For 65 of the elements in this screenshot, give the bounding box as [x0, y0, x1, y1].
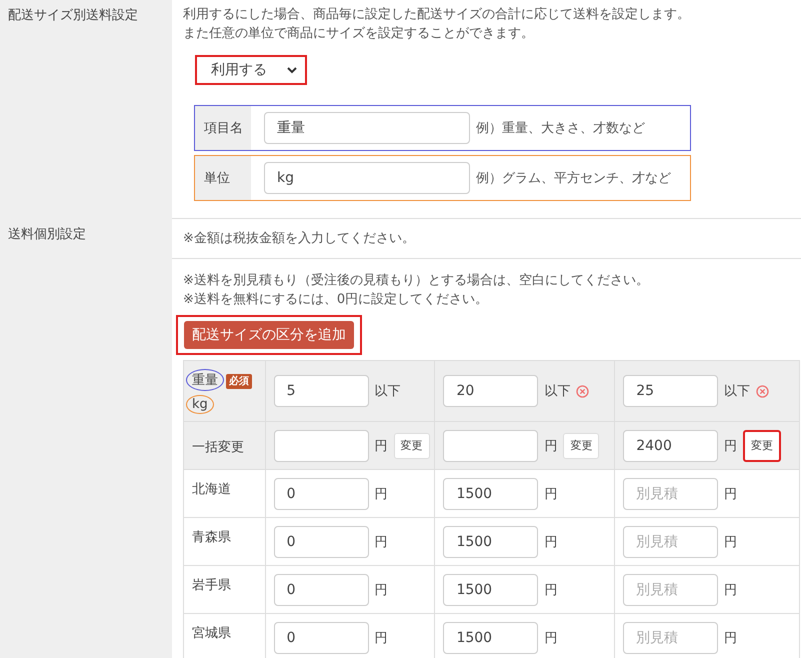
- chevron-down-icon: [287, 66, 297, 74]
- description-text: また任意の単位で商品にサイズを設定することができます。: [183, 25, 535, 43]
- change-button[interactable]: 変更: [743, 430, 782, 462]
- threshold-field[interactable]: 5: [274, 375, 369, 407]
- prefecture-name: 青森県: [192, 529, 232, 546]
- currency-text: 円: [544, 582, 558, 598]
- prefecture-name: 北海道: [192, 481, 232, 498]
- section-label: 送料個別設定: [8, 227, 86, 242]
- description-text: 利用するにした場合、商品毎に設定した配送サイズの合計に応じて送料を設定します。: [183, 6, 691, 24]
- unit-text: 以下: [724, 383, 750, 400]
- note-text: ※送料を無料にするには、0円に設定してください。: [183, 291, 490, 309]
- price-field[interactable]: 別見積: [623, 478, 718, 510]
- price-field[interactable]: 1500: [443, 478, 538, 510]
- unit-text: 以下: [544, 383, 570, 400]
- price-field[interactable]: [274, 430, 369, 462]
- field-label: 単位: [195, 156, 251, 200]
- prefecture-name: 宮城県: [192, 625, 232, 642]
- price-field[interactable]: 別見積: [623, 622, 718, 654]
- price-field[interactable]: 0: [274, 478, 369, 510]
- price-field[interactable]: 1500: [443, 526, 538, 558]
- currency-text: 円: [724, 486, 738, 502]
- remove-icon[interactable]: [756, 384, 770, 398]
- unit-text: 以下: [374, 383, 401, 400]
- currency-text: 円: [374, 534, 388, 550]
- prefecture-name: 岩手県: [192, 577, 232, 594]
- currency-text: 円: [374, 630, 388, 646]
- field-label: 項目名: [195, 106, 251, 150]
- price-field[interactable]: 2400: [623, 430, 718, 462]
- price-field[interactable]: 別見積: [623, 574, 718, 606]
- input-field[interactable]: kg: [264, 162, 470, 194]
- usage-select[interactable]: 利用する: [195, 55, 307, 85]
- currency-text: 円: [724, 534, 738, 550]
- price-field[interactable]: 0: [274, 574, 369, 606]
- currency-text: 円: [544, 486, 558, 502]
- required-badge: 必須: [226, 374, 252, 388]
- row-label: 一括変更: [192, 438, 245, 456]
- note-text: ※金額は税抜金額を入力してください。: [183, 230, 416, 248]
- currency-text: 円: [374, 582, 388, 598]
- input-field[interactable]: 重量: [264, 112, 470, 144]
- price-field[interactable]: [443, 430, 538, 462]
- item-name-label: 重量: [186, 368, 224, 390]
- currency-text: 円: [724, 438, 738, 454]
- threshold-field[interactable]: 20: [443, 375, 538, 407]
- hint-text: 例）グラム、平方センチ、才など: [476, 170, 671, 187]
- add-size-button[interactable]: 配送サイズの区分を追加: [184, 321, 354, 349]
- hint-text: 例）重量、大きさ、才数など: [476, 120, 645, 137]
- price-field[interactable]: 0: [274, 526, 369, 558]
- currency-text: 円: [724, 630, 738, 646]
- change-button[interactable]: 変更: [394, 432, 430, 458]
- currency-text: 円: [544, 630, 558, 646]
- note-text: ※送料を別見積もり（受注後の見積もり）とする場合は、空白にしてください。: [183, 272, 650, 290]
- currency-text: 円: [724, 582, 738, 598]
- unit-label: kg: [186, 394, 214, 414]
- price-field[interactable]: 別見積: [623, 526, 718, 558]
- section-label: 配送サイズ別送料設定: [8, 8, 138, 23]
- price-field[interactable]: 1500: [443, 622, 538, 654]
- price-field[interactable]: 0: [274, 622, 369, 654]
- currency-text: 円: [374, 438, 388, 454]
- price-field[interactable]: 1500: [443, 574, 538, 606]
- change-button[interactable]: 変更: [563, 432, 600, 458]
- remove-icon[interactable]: [576, 384, 590, 398]
- currency-text: 円: [544, 438, 558, 454]
- threshold-field[interactable]: 25: [623, 375, 718, 407]
- currency-text: 円: [544, 534, 558, 550]
- currency-text: 円: [374, 486, 388, 502]
